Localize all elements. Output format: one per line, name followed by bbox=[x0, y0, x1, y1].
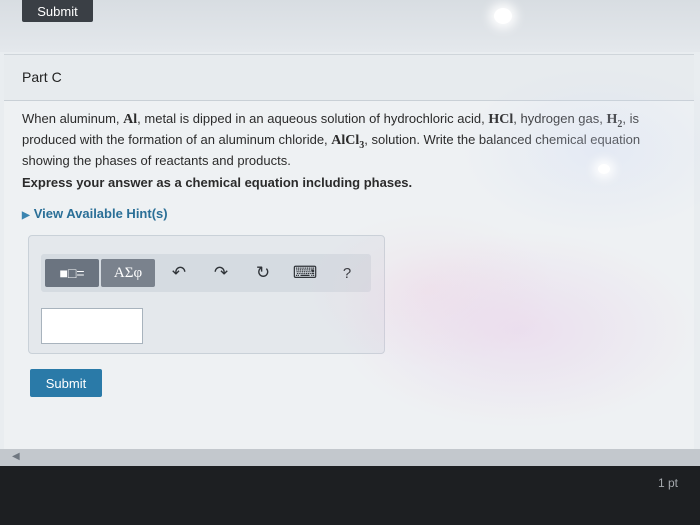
reset-icon[interactable]: ↻ bbox=[249, 259, 277, 287]
equation-toolbar: ■□= ΑΣφ ↶ ↷ ↻ ⌨ ? bbox=[41, 254, 371, 292]
keyboard-icon[interactable]: ⌨ bbox=[291, 259, 319, 287]
redo-icon[interactable]: ↷ bbox=[207, 259, 235, 287]
view-hints-link[interactable]: ▶ View Available Hint(s) bbox=[22, 206, 168, 221]
top-bar: Submit bbox=[0, 0, 700, 52]
question-text: When aluminum, Al, metal is dipped in an… bbox=[22, 111, 641, 168]
greek-symbols-button[interactable]: ΑΣφ bbox=[101, 259, 155, 287]
question-card: Part C When aluminum, Al, metal is dippe… bbox=[4, 54, 694, 451]
undo-icon[interactable]: ↶ bbox=[165, 259, 193, 287]
answer-input[interactable] bbox=[41, 308, 143, 344]
horizontal-scrollbar[interactable]: ◀ bbox=[0, 449, 700, 466]
chem-formula-al: Al bbox=[123, 112, 138, 127]
help-button[interactable]: ? bbox=[333, 259, 361, 287]
answer-instruction: Express your answer as a chemical equati… bbox=[22, 175, 413, 190]
glare-spot bbox=[494, 8, 512, 24]
scroll-left-icon[interactable]: ◀ bbox=[12, 451, 20, 462]
answer-panel: ■□= ΑΣφ ↶ ↷ ↻ ⌨ ? bbox=[28, 235, 385, 354]
chem-formula-hcl: HCl bbox=[488, 112, 514, 127]
submit-button[interactable]: Submit bbox=[30, 369, 102, 397]
view-hints-label: View Available Hint(s) bbox=[33, 206, 168, 221]
templates-button[interactable]: ■□= bbox=[45, 259, 99, 287]
previous-submit-button[interactable]: Submit bbox=[22, 0, 93, 22]
chem-formula-h2: H2 bbox=[606, 112, 623, 130]
glare-spot bbox=[598, 164, 610, 174]
part-title: Part C bbox=[22, 69, 62, 85]
chem-formula-alcl3: AlCl3 bbox=[331, 132, 365, 151]
caret-right-icon: ▶ bbox=[22, 210, 30, 221]
part-header[interactable]: Part C bbox=[4, 55, 694, 101]
next-part-bar: 1 pt bbox=[0, 466, 700, 525]
points-label: 1 pt bbox=[657, 476, 678, 490]
